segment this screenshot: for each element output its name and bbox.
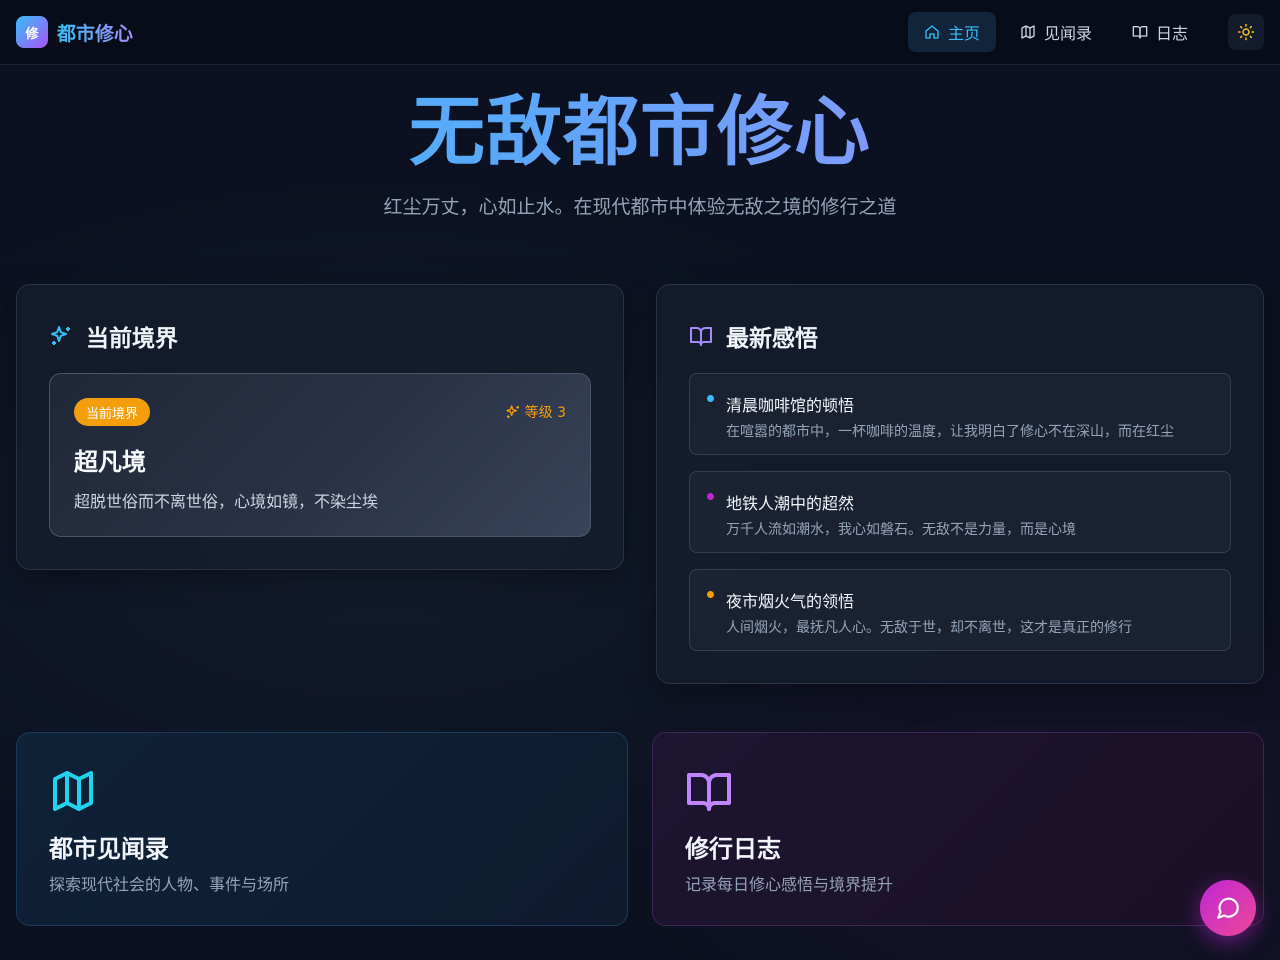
top-navbar: 修 都市修心 主页 见闻录 日志 [0, 0, 1280, 65]
feature-title: 都市见闻录 [49, 835, 169, 863]
panel-title: 最新感悟 [726, 326, 818, 352]
realm-level: 等级 3 [505, 402, 566, 422]
city-explore-card[interactable]: 都市见闻录 探索现代社会的人物、事件与场所 [16, 732, 628, 926]
insight-text: 万千人流如潮水，我心如磐石。无敌不是力量，而是心境 [726, 522, 1076, 538]
brand-logo: 修 [16, 16, 48, 48]
realm-level-text: 等级 3 [524, 405, 566, 421]
insight-item[interactable]: 夜市烟火气的领悟 人间烟火，最抚凡人心。无敌于世，却不离世，这才是真正的修行 [689, 569, 1231, 651]
feature-description: 探索现代社会的人物、事件与场所 [49, 875, 290, 894]
insight-title: 清晨咖啡馆的顿悟 [726, 396, 855, 415]
insight-dot [707, 591, 714, 598]
insight-text: 人间烟火，最抚凡人心。无敌于世，却不离世，这才是真正的修行 [726, 620, 1132, 636]
message-circle-icon [1217, 897, 1239, 919]
chat-button[interactable] [1200, 880, 1256, 936]
nav-home[interactable]: 主页 [908, 12, 996, 52]
nav-explore-label: 见闻录 [1044, 24, 1093, 43]
insight-title: 地铁人潮中的超然 [726, 494, 855, 513]
home-icon [925, 25, 939, 39]
cultivation-journal-card[interactable]: 修行日志 记录每日修心感悟与境界提升 [652, 732, 1264, 926]
sun-icon [1237, 23, 1255, 41]
insight-dot [707, 395, 714, 402]
map-icon [53, 771, 93, 811]
current-realm-panel: 当前境界 当前境界 等级 3 超凡境 超脱世俗而不离世俗，心境如镜，不染尘埃 [16, 284, 624, 570]
hero-subtitle: 红尘万丈，心如止水。在现代都市中体验无敌之境的修行之道 [383, 196, 897, 218]
book-open-icon [1132, 26, 1148, 39]
current-realm-heading: 当前境界 [49, 319, 178, 353]
panel-title: 当前境界 [86, 326, 178, 352]
insight-dot [707, 493, 714, 500]
realm-description: 超脱世俗而不离世俗，心境如镜，不染尘埃 [74, 492, 379, 511]
feature-description: 记录每日修心感悟与境界提升 [685, 875, 894, 894]
latest-insights-heading: 最新感悟 [689, 319, 818, 353]
sparkles-icon [505, 405, 519, 418]
map-icon [1021, 25, 1035, 39]
nav-home-label: 主页 [948, 24, 981, 43]
theme-toggle-button[interactable] [1228, 14, 1264, 50]
insight-item[interactable]: 清晨咖啡馆的顿悟 在喧嚣的都市中，一杯咖啡的温度，让我明白了修心不在深山，而在红… [689, 373, 1231, 455]
nav-journal[interactable]: 日志 [1116, 12, 1204, 52]
brand-name: 都市修心 [57, 19, 133, 46]
book-open-icon [687, 773, 731, 811]
realm-card: 当前境界 等级 3 超凡境 超脱世俗而不离世俗，心境如镜，不染尘埃 [49, 373, 591, 537]
nav-journal-label: 日志 [1156, 24, 1189, 43]
realm-badge: 当前境界 [74, 398, 151, 426]
insight-text: 在喧嚣的都市中，一杯咖啡的温度，让我明白了修心不在深山，而在红尘 [726, 424, 1174, 440]
hero-title: 无敌都市修心 [0, 86, 1280, 178]
sparkles-icon [51, 326, 70, 345]
latest-insights-panel: 最新感悟 清晨咖啡馆的顿悟 在喧嚣的都市中，一杯咖啡的温度，让我明白了修心不在深… [656, 284, 1264, 684]
realm-name: 超凡境 [74, 448, 146, 476]
brand[interactable]: 修 都市修心 [16, 16, 133, 48]
book-open-icon [690, 327, 712, 346]
nav-explore[interactable]: 见闻录 [1004, 12, 1108, 52]
insight-title: 夜市烟火气的领悟 [726, 592, 855, 611]
insight-item[interactable]: 地铁人潮中的超然 万千人流如潮水，我心如磐石。无敌不是力量，而是心境 [689, 471, 1231, 553]
feature-title: 修行日志 [685, 835, 781, 863]
